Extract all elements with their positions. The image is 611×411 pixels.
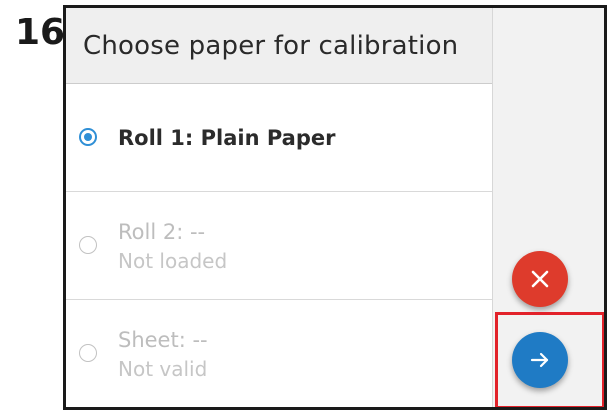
option-status: Not loaded <box>118 248 228 273</box>
radio-button-disabled <box>79 235 97 254</box>
option-label: Roll 1: Plain Paper <box>118 125 336 150</box>
option-text: Roll 1: Plain Paper <box>118 123 335 153</box>
option-roll-1[interactable]: Roll 1: Plain Paper <box>66 84 492 192</box>
calibration-dialog: Choose paper for calibration Roll 1: Pla… <box>63 5 607 410</box>
radio-button-selected[interactable] <box>79 127 97 146</box>
option-text: Sheet: -- Not valid <box>118 325 208 383</box>
option-text: Roll 2: -- Not loaded <box>118 217 227 275</box>
step-number: 16 <box>15 12 66 53</box>
arrow-right-icon <box>529 351 551 369</box>
option-label: Roll 2: -- <box>118 219 206 244</box>
next-button[interactable] <box>512 332 568 388</box>
option-status: Not valid <box>118 357 208 381</box>
radio-button-disabled <box>79 344 97 362</box>
dialog-title: Choose paper for calibration <box>83 30 459 61</box>
option-label: Sheet: -- <box>118 328 208 352</box>
cancel-button[interactable] <box>512 251 568 307</box>
paper-options-list: Roll 1: Plain Paper Roll 2: -- Not loade… <box>66 84 492 407</box>
option-sheet: Sheet: -- Not valid <box>66 300 492 407</box>
dialog-header: Choose paper for calibration <box>66 8 492 84</box>
option-roll-2: Roll 2: -- Not loaded <box>66 192 492 300</box>
close-icon <box>530 269 550 289</box>
